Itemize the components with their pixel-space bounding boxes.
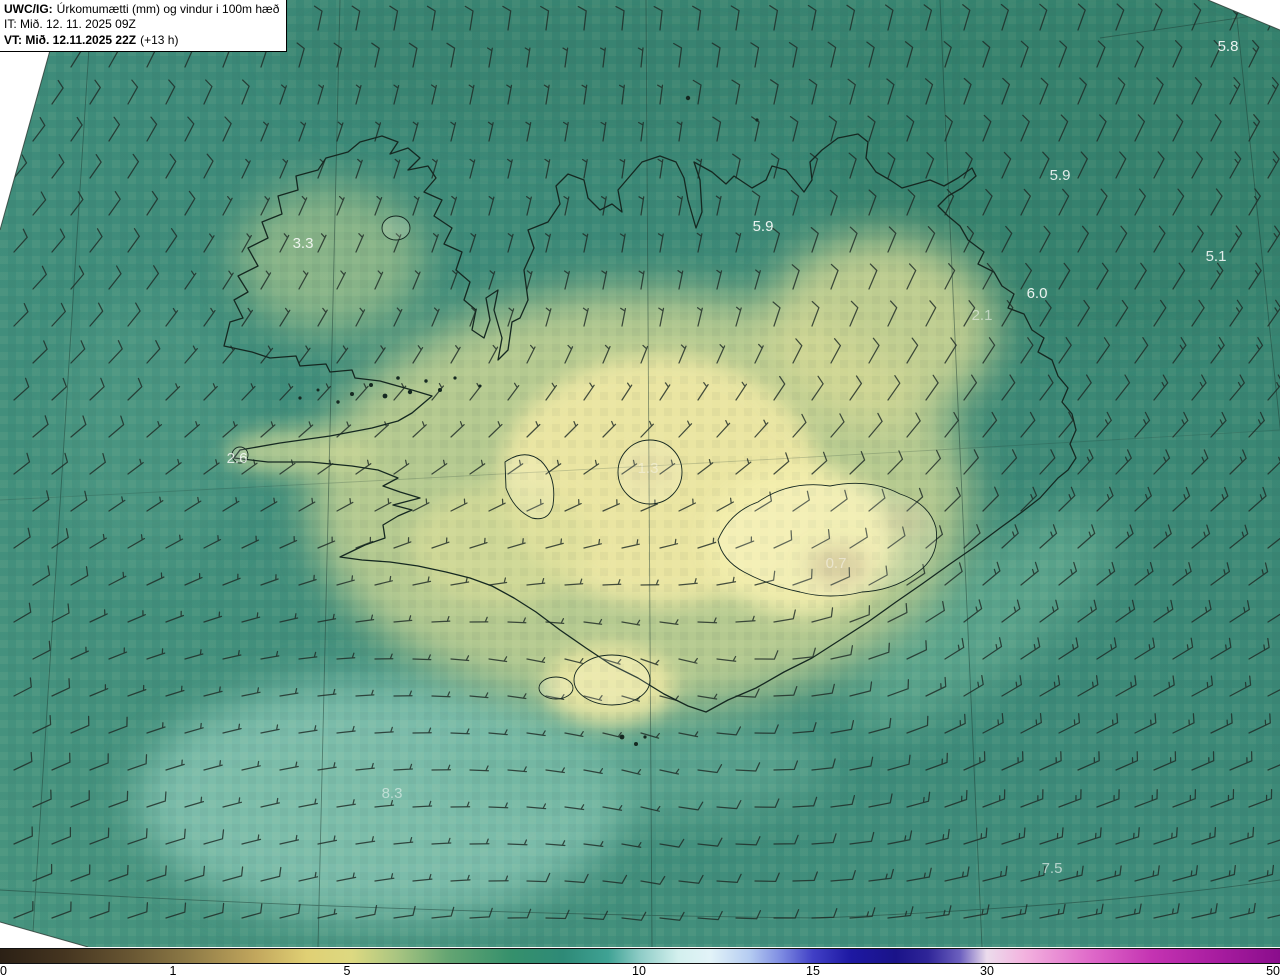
colorbar-tick-10: 10 [632, 964, 646, 978]
precipitation-colorbar: 0 1 5 10 15 30 50 [0, 947, 1280, 978]
colorbar-tick-1: 1 [169, 964, 177, 978]
colorbar-tick-5: 5 [343, 964, 351, 978]
precip-value-label: 8.3 [382, 785, 403, 802]
init-time-line: IT: Mið. 12. 11. 2025 09Z [4, 17, 136, 32]
precip-value-label: 3.3 [293, 235, 314, 252]
precip-value-label: 5.8 [1218, 38, 1239, 55]
product-description: Úrkomumætti (mm) og vindur i 100m hæð [56, 2, 280, 16]
precip-value-label: 0.7 [826, 555, 847, 572]
precip-value-label: 5.9 [1050, 167, 1071, 184]
chart-info-box: UWC/IG: Úrkomumætti (mm) og vindur i 100m… [0, 0, 288, 53]
colorbar-tick-0: 0 [0, 964, 7, 978]
colorbar-tick-labels: 0 1 5 10 15 30 50 [0, 964, 1280, 978]
valid-time-line: VT: Mið. 12.11.2025 22Z (+13 h) [4, 33, 279, 48]
weather-map-screenshot: 5.8 5.9 5.9 3.3 5.1 6.0 2.1 2.6 1.3 0.7 8.3 7.5 UWC… [0, 0, 1280, 978]
precip-value-label: 6.0 [1027, 285, 1048, 302]
colorbar-tick-50: 50 [1266, 964, 1280, 978]
colorbar-tick-15: 15 [806, 964, 820, 978]
forecast-offset: (+13 h) [140, 32, 179, 47]
precip-value-label: 5.1 [1206, 248, 1227, 265]
colorbar-gradient [0, 948, 1280, 964]
precip-value-label: 2.1 [972, 307, 993, 324]
precip-value-label: 2.6 [227, 450, 248, 467]
precipitation-wind-map: 5.8 5.9 5.9 3.3 5.1 6.0 2.1 2.6 1.3 0.7 8.3 7.5 [0, 0, 1280, 947]
colorbar-tick-30: 30 [980, 964, 994, 978]
map-canvas: 5.8 5.9 5.9 3.3 5.1 6.0 2.1 2.6 1.3 0.7 8.3 7.5 [0, 0, 1280, 947]
precip-value-label: 5.9 [753, 218, 774, 235]
product-title-line: UWC/IG: Úrkomumætti (mm) og vindur i 100m… [4, 2, 279, 17]
product-code: UWC/IG: [4, 2, 53, 16]
precip-value-label: 1.3 [638, 460, 659, 477]
precip-value-label: 7.5 [1042, 860, 1063, 877]
valid-time: VT: Mið. 12.11.2025 22Z [4, 32, 137, 47]
